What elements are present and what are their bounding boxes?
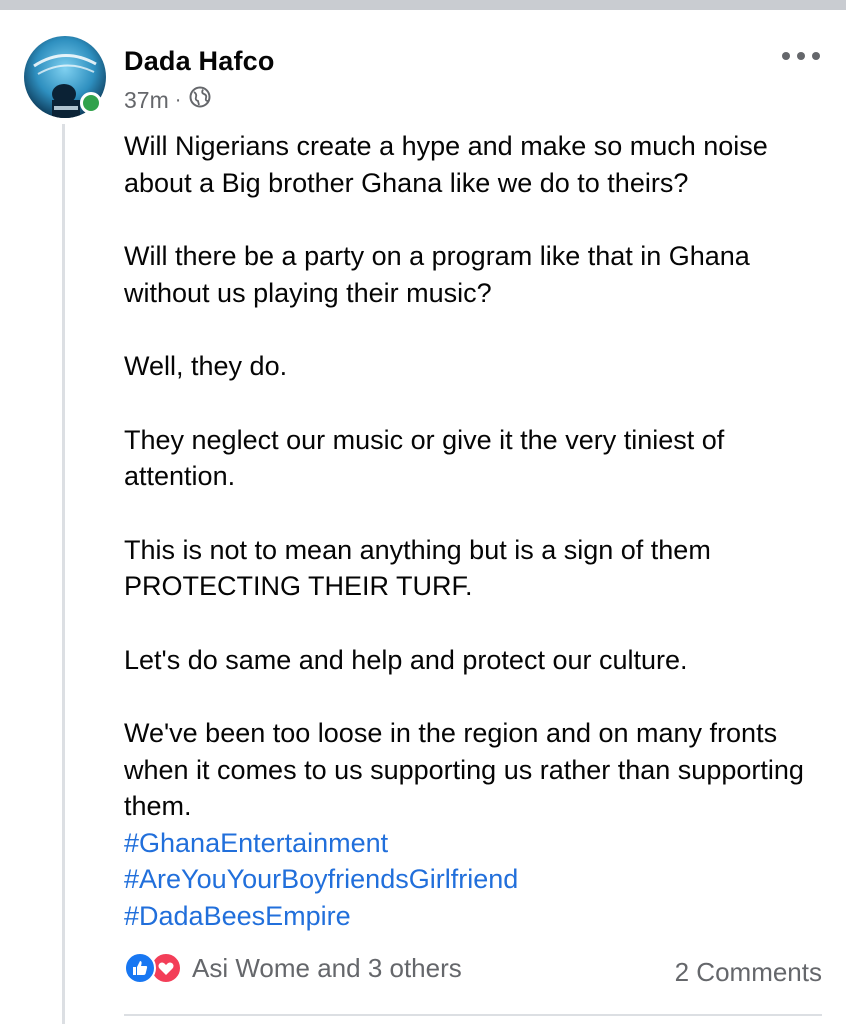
post-paragraph: Will Nigerians create a hype and make so… <box>124 131 768 198</box>
author-name[interactable]: Dada Hafco <box>124 46 275 77</box>
online-status-indicator <box>80 92 102 114</box>
post-paragraph: We've been too loose in the region and o… <box>124 718 804 821</box>
reaction-icons <box>124 952 182 984</box>
thread-line <box>62 124 65 1024</box>
hashtag-link[interactable]: #AreYouYourBoyfriendsGirlfriend <box>124 861 836 898</box>
like-icon <box>124 952 156 984</box>
actions-divider <box>124 1014 822 1016</box>
post-meta: 37m · <box>124 86 211 114</box>
post-paragraph: Well, they do. <box>124 351 288 381</box>
post-paragraph: They neglect our music or give it the ve… <box>124 424 725 492</box>
meta-separator: · <box>174 88 182 111</box>
more-dot <box>782 52 790 60</box>
globe-icon[interactable] <box>189 86 211 114</box>
post-paragraph: This is not to mean anything but is a si… <box>124 534 711 602</box>
post-timestamp[interactable]: 37m <box>124 87 169 114</box>
more-options-button[interactable] <box>782 44 820 68</box>
post-body: Will Nigerians create a hype and make so… <box>124 128 836 934</box>
hashtag-link[interactable]: #GhanaEntertainment <box>124 825 836 862</box>
top-divider-strip <box>0 0 846 10</box>
comments-count[interactable]: 2 Comments <box>675 957 822 988</box>
post-paragraph: Let's do same and help and protect our c… <box>124 644 688 675</box>
reactions-summary[interactable]: Asi Wome and 3 others <box>124 952 462 984</box>
more-dot <box>812 52 820 60</box>
hashtag-list: #GhanaEntertainment #AreYouYourBoyfriend… <box>124 825 836 935</box>
post-paragraph: Will there be a party on a program like … <box>124 241 750 308</box>
reactions-text[interactable]: Asi Wome and 3 others <box>192 953 462 984</box>
more-dot <box>797 52 805 60</box>
hashtag-link[interactable]: #DadaBeesEmpire <box>124 898 836 935</box>
